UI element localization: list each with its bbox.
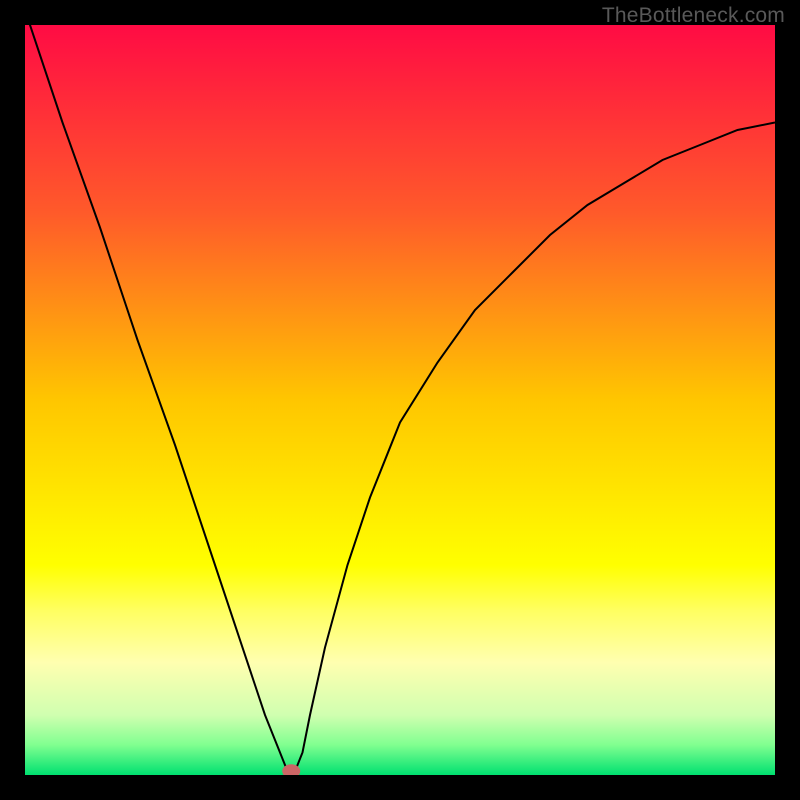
gradient-background — [25, 25, 775, 775]
chart-svg — [25, 25, 775, 775]
chart-frame: TheBottleneck.com — [0, 0, 800, 800]
watermark-text: TheBottleneck.com — [602, 4, 785, 28]
plot-area — [25, 25, 775, 775]
